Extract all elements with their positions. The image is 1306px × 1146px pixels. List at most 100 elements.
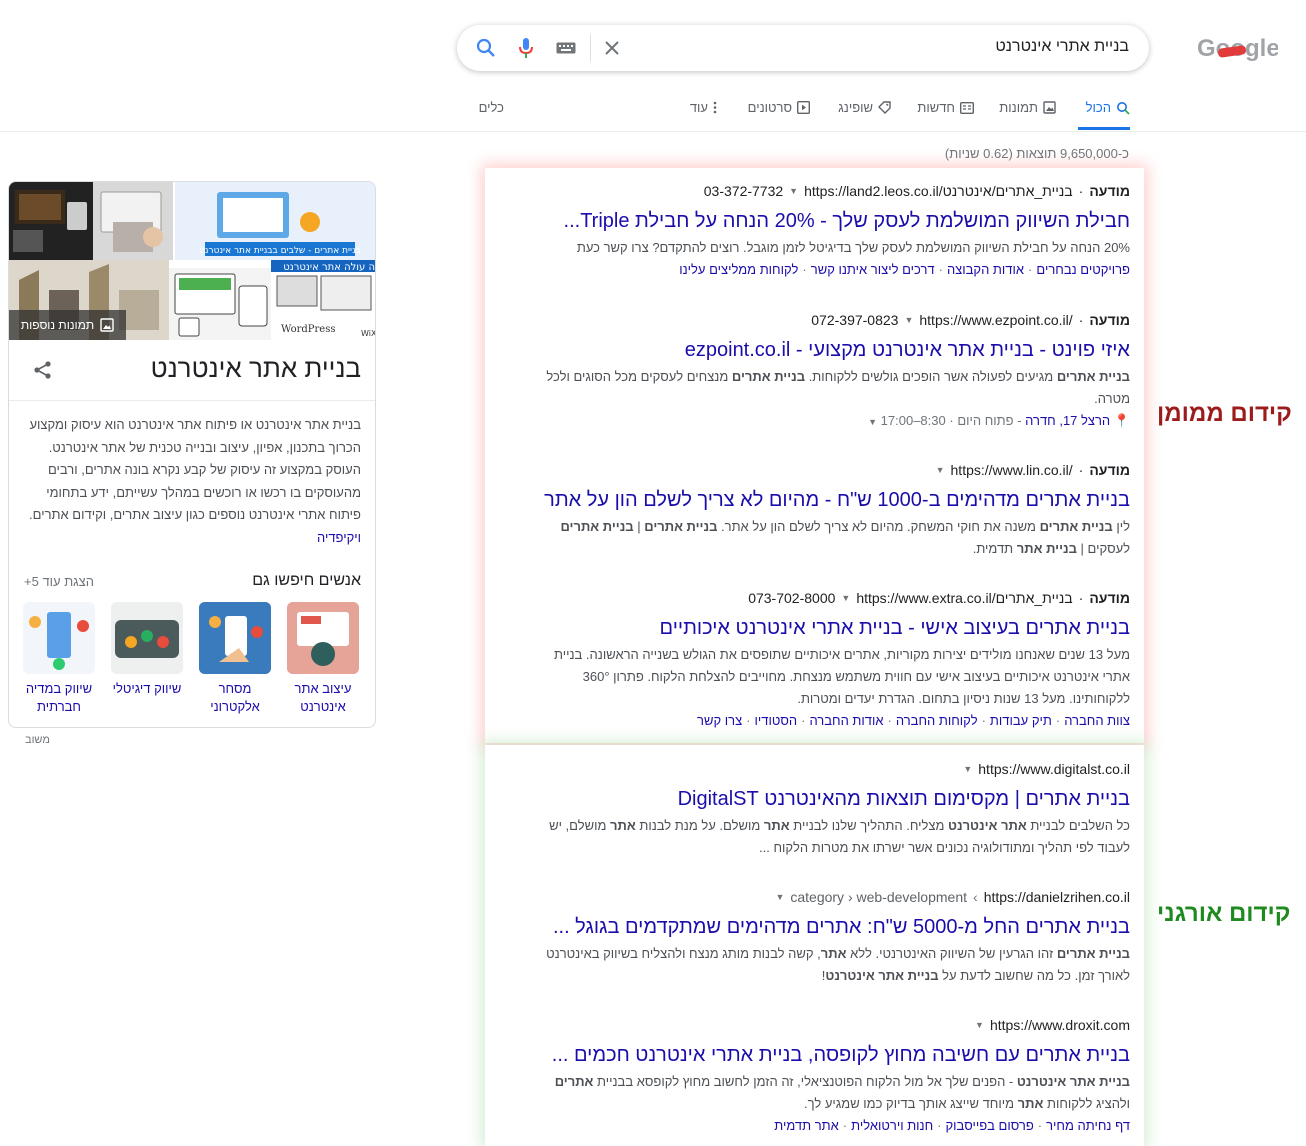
tab-tools[interactable]: כלים (479, 100, 504, 115)
ad-result: מודעה · https://land2.leos.co.il/בניית_א… (530, 181, 1130, 281)
more-images-button[interactable]: תמונות נוספות (9, 310, 126, 340)
search-input[interactable]: בניית אתרי אינטרנט (995, 38, 1129, 56)
show-more-link[interactable]: הצגת עוד 5+ (24, 574, 94, 589)
ad-url[interactable]: https://www.lin.co.il/ (951, 460, 1073, 480)
ad-cite: מודעה · https://www.extra.co.il/בניית_את… (530, 588, 1130, 608)
organic-cite: https://www.digitalst.co.il ▼ (530, 759, 1130, 779)
tab-more[interactable]: עוד (690, 100, 717, 115)
organic-title-link[interactable]: בניית אתרים עם חשיבה מחוץ לקופסה, בניית … (530, 1042, 1130, 1068)
sitelink[interactable]: לקוחות ממליצים עלינו (679, 262, 798, 277)
search-box[interactable]: בניית אתרי אינטרנט (457, 25, 1149, 71)
sitelink[interactable]: תיק עבודות (990, 713, 1052, 728)
sitelink[interactable]: אתר תדמית (774, 1118, 839, 1133)
kp-image[interactable] (169, 268, 275, 340)
ad-label: מודעה (1089, 462, 1130, 478)
dropdown-arrow-icon[interactable]: ▼ (963, 759, 972, 779)
organic-url[interactable]: https://danielzrihen.co.il (984, 887, 1130, 907)
ad-cite: מודעה · https://land2.leos.co.il/בניית_א… (530, 181, 1130, 201)
feedback-link[interactable]: משוב (25, 734, 50, 746)
tab-shopping[interactable]: שופינג (838, 100, 891, 115)
search-tabs: הכול תמונות חדשות שופינג סרטונים עוד כלי… (470, 100, 1140, 130)
tab-news[interactable]: חדשות (917, 100, 974, 115)
ad-hours: 8:30–17:00 (880, 413, 946, 428)
tab-label: כלים (478, 100, 504, 115)
kp-image[interactable]: ה עולה אתר אינטרנט WordPress WiX (271, 260, 375, 340)
image-icon (1043, 101, 1056, 114)
clear-icon[interactable] (600, 36, 624, 60)
ad-phone[interactable]: 073-702-8000 (748, 588, 835, 608)
ad-title-link[interactable]: איזי פוינט - בניית אתר אינטרנט מקצועי - … (530, 337, 1130, 363)
organic-title-link[interactable]: בניית אתרים | מקסימום תוצאות מהאינטרנט D… (530, 786, 1130, 812)
kp-image[interactable] (93, 182, 173, 260)
ad-snippet: לין בניית אתרים משנה את חוקי המשחק. מהיו… (560, 519, 1130, 556)
sitelink[interactable]: דרכים ליצור איתנו קשר (811, 262, 935, 277)
knowledge-panel: בניית אתרים - שלבים בבניית אתר אינטרנט ה… (8, 181, 376, 728)
sitelink[interactable]: צוות החברה (1064, 713, 1130, 728)
sitelink[interactable]: אודות הקבוצה (947, 262, 1024, 277)
ad-snippet: מעל 13 שנים שאנחנו מולידים יצירות מקוריו… (554, 647, 1130, 706)
keyboard-icon[interactable] (554, 36, 578, 60)
dot-separator: · (1078, 590, 1084, 606)
ad-url[interactable]: https://www.extra.co.il/בניית_אתרים (856, 588, 1072, 608)
ad-result: מודעה · https://www.ezpoint.co.il/ ▼ 072… (530, 310, 1130, 433)
dropdown-arrow-icon[interactable]: ▼ (975, 1015, 984, 1035)
pasf-item[interactable]: שיווק דיגיטלי (110, 602, 184, 698)
sitelink[interactable]: חנות וירטואלית (851, 1118, 933, 1133)
dropdown-arrow-icon[interactable]: ▼ (904, 310, 913, 330)
kp-divider (9, 400, 375, 401)
dropdown-arrow-icon[interactable]: ▼ (868, 417, 877, 427)
tab-all[interactable]: הכול (1086, 100, 1130, 115)
sitelink[interactable]: דף נחיתה מחיר (1046, 1118, 1130, 1133)
pasf-item[interactable]: עיצוב אתר אינטרנט (286, 602, 360, 716)
ad-title-link[interactable]: חבילת השיווק המושלמת לעסק שלך - 20% הנחה… (530, 208, 1130, 234)
sitelink[interactable]: צרו קשר (697, 713, 742, 728)
microphone-icon[interactable] (514, 36, 538, 60)
kp-image[interactable] (9, 182, 93, 260)
ad-url[interactable]: https://www.ezpoint.co.il/ (919, 310, 1072, 330)
organic-cite: https://www.droxit.com ▼ (530, 1015, 1130, 1035)
dropdown-arrow-icon[interactable]: ▼ (936, 460, 945, 480)
ad-title-link[interactable]: בניית אתרים בעיצוב אישי - בניית אתרי אינ… (530, 615, 1130, 641)
dropdown-arrow-icon[interactable]: ▼ (789, 181, 798, 201)
pasf-thumb (111, 602, 183, 674)
ad-label: מודעה (1089, 312, 1130, 328)
ad-snippet: 20% הנחה על חבילת השיווק המושלמת לעסק של… (576, 240, 1130, 255)
sitelink[interactable]: פרסום בפייסבוק (946, 1118, 1034, 1133)
sitelink[interactable]: לקוחות החברה (896, 713, 978, 728)
organic-snippet: בניית אתרים זהו הגרעין של השיווק האינטרנ… (546, 946, 1130, 983)
ad-phone[interactable]: 03-372-7732 (704, 181, 783, 201)
ad-hours-prefix: פתוח היום (957, 413, 1014, 428)
google-logo-doodle[interactable]: Google (1196, 34, 1278, 64)
tab-label: הכול (1085, 100, 1111, 115)
dot-separator: · (1078, 312, 1084, 328)
pasf-item[interactable]: שיווק במדיה חברתית (22, 602, 96, 716)
wikipedia-link[interactable]: ויקיפדיה (317, 530, 361, 545)
organic-label: קידום אורגני (1157, 900, 1291, 927)
dropdown-arrow-icon[interactable]: ▼ (775, 887, 784, 907)
ad-url[interactable]: https://land2.leos.co.il/בניית_אתרים/אינ… (804, 181, 1073, 201)
organic-title-link[interactable]: בניית אתרים החל מ-5000 ש"ח: אתרים מדהימי… (530, 914, 1130, 940)
ad-title-link[interactable]: בניית אתרים מדהימים ב-1000 ש"ח - מהיום ל… (530, 487, 1130, 513)
ad-result: מודעה · https://www.lin.co.il/ ▼ בניית א… (530, 460, 1130, 560)
tab-label: חדשות (917, 100, 955, 115)
pasf-item[interactable]: מסחר אלקטרוני (198, 602, 272, 716)
sitelink[interactable]: פרויקטים נבחרים (1036, 262, 1130, 277)
sitelink[interactable]: אודות החברה (809, 713, 883, 728)
tab-videos[interactable]: סרטונים (748, 100, 810, 115)
ad-address[interactable]: הרצל 17, חדרה (1025, 413, 1110, 428)
tab-images[interactable]: תמונות (999, 100, 1056, 115)
search-icon[interactable] (474, 36, 498, 60)
breadcrumb-separator: › (973, 889, 978, 905)
share-icon[interactable] (33, 360, 53, 385)
ad-result: מודעה · https://www.extra.co.il/בניית_את… (530, 588, 1130, 732)
kp-image[interactable]: בניית אתרים - שלבים בבניית אתר אינטרנט (175, 182, 375, 260)
ad-phone[interactable]: 072-397-0823 (811, 310, 898, 330)
kp-title: בניית אתר אינטרנט (150, 353, 361, 383)
sitelink[interactable]: הסטודיו (755, 713, 798, 728)
organic-url[interactable]: https://www.digitalst.co.il (978, 759, 1130, 779)
dropdown-arrow-icon[interactable]: ▼ (841, 588, 850, 608)
header-divider (0, 131, 1306, 132)
organic-url[interactable]: https://www.droxit.com (990, 1015, 1130, 1035)
ad-label: מודעה (1089, 183, 1130, 199)
organic-cite: https://danielzrihen.co.il › category › … (530, 887, 1130, 907)
